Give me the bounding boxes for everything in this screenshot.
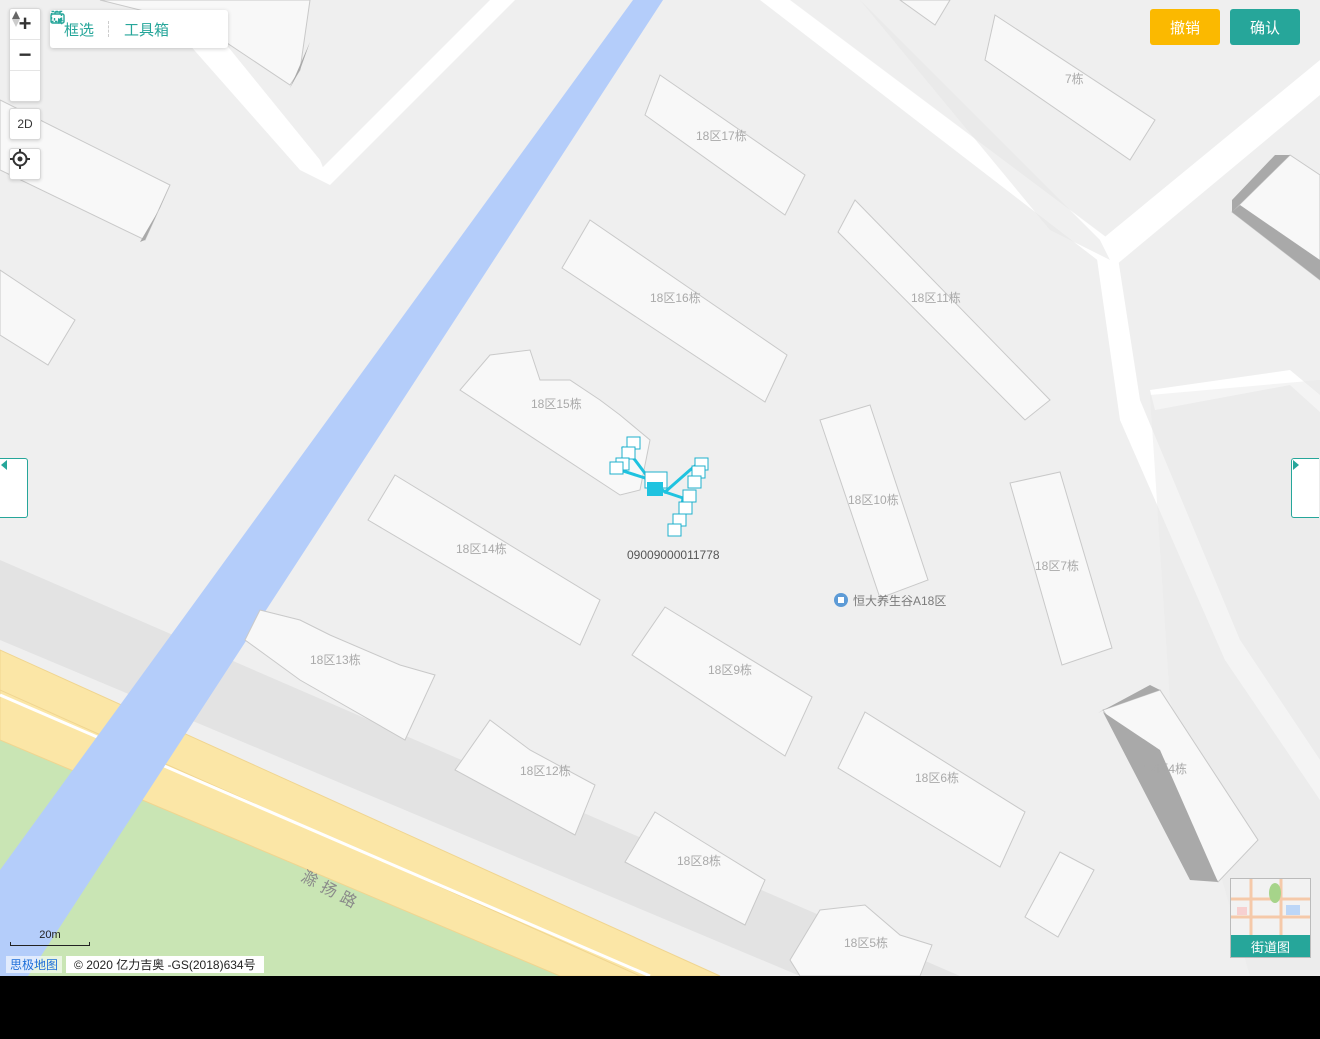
chevron-left-icon	[1, 460, 7, 470]
map-canvas[interactable]: 18区17栋 18区16栋 18区11栋 18区15栋 18区10栋 18区14…	[0, 0, 1320, 976]
toolbox-label: 工具箱	[124, 21, 170, 39]
device-id-label[interactable]: 09009000011778	[627, 548, 720, 562]
copyright-text: © 2020 亿力吉奥 -GS(2018)634号	[66, 956, 264, 973]
building-label: 18区6栋	[915, 770, 959, 785]
toolbox-icon	[50, 11, 65, 24]
building-label: 18区13栋	[310, 652, 361, 667]
chevron-right-icon	[1293, 460, 1299, 470]
svg-text:恒大养生谷A18区: 恒大养生谷A18区	[853, 593, 946, 608]
building-label: 18区17栋	[696, 128, 747, 143]
compass-button[interactable]	[10, 11, 40, 101]
attribution: 思极地图 © 2020 亿力吉奥 -GS(2018)634号	[6, 956, 264, 973]
zoom-control-group: + −	[9, 8, 41, 102]
confirm-button[interactable]: 确认	[1230, 9, 1300, 45]
map-toolbar: 框选 工具箱	[50, 10, 228, 48]
building-label: 18区5栋	[844, 935, 888, 950]
box-select-label: 框选	[64, 21, 95, 39]
building-label: 18区10栋	[848, 492, 899, 507]
map-base-layer: 18区17栋 18区16栋 18区11栋 18区15栋 18区10栋 18区14…	[0, 0, 1320, 976]
left-panel-toggle[interactable]	[0, 458, 28, 518]
building-label: 18区7栋	[1035, 558, 1079, 573]
undo-button[interactable]: 撤销	[1150, 9, 1220, 45]
building-label: 18区16栋	[650, 290, 701, 305]
locate-icon	[10, 149, 30, 169]
scale-line	[10, 942, 90, 946]
building-label: 18区9栋	[708, 662, 752, 677]
toolbox-button[interactable]: 工具箱	[50, 10, 183, 48]
view-2d-button[interactable]: 2D	[9, 108, 41, 140]
zoom-out-button[interactable]: −	[10, 40, 40, 71]
building-label: 18区11栋	[911, 290, 961, 305]
building-label: 18区15栋	[531, 396, 582, 411]
minimap-thumbnail	[1231, 879, 1310, 935]
street-map-label: 街道图	[1231, 935, 1310, 957]
map-logo[interactable]: 思极地图	[6, 956, 63, 973]
locate-button[interactable]	[9, 148, 41, 180]
building-label: 18区4栋	[1143, 761, 1187, 776]
scale-bar: 20m	[10, 929, 90, 947]
building-label: 18区12栋	[520, 763, 571, 778]
building-label: 18区8栋	[677, 853, 721, 868]
right-panel-toggle[interactable]	[1291, 458, 1319, 518]
building-label: 7栋	[1065, 71, 1084, 86]
scale-label: 20m	[39, 929, 61, 941]
compass-icon	[12, 11, 20, 27]
building-label: 18区14栋	[456, 541, 507, 556]
poi-pin-icon[interactable]	[834, 593, 848, 607]
street-map-switch[interactable]: 街道图	[1230, 878, 1311, 958]
